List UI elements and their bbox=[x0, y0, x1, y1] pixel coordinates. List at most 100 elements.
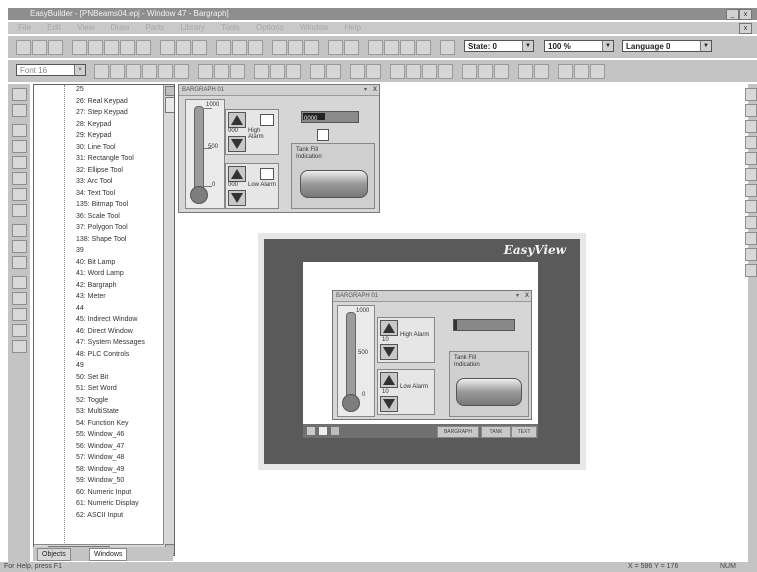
tree-item[interactable]: 50: Set Bit bbox=[76, 374, 108, 381]
decrease-button[interactable] bbox=[228, 190, 246, 206]
tree-item[interactable]: 54: Function Key bbox=[76, 420, 129, 427]
hmi-popup-title-bar[interactable]: BARGRAPH 01 ▾ X bbox=[333, 291, 531, 302]
object-tool-icon[interactable] bbox=[745, 184, 757, 197]
popup-title-bar[interactable]: BARGRAPH 01 ▾ X bbox=[179, 85, 379, 96]
tree-item[interactable]: 36: Scale Tool bbox=[76, 213, 120, 220]
tree-item[interactable]: 43: Meter bbox=[76, 293, 106, 300]
zoom-in-icon[interactable] bbox=[272, 40, 287, 55]
hmi-start-icon[interactable] bbox=[307, 427, 315, 435]
hmi-popup-minimize-icon[interactable]: ▾ bbox=[516, 291, 519, 301]
question-icon[interactable] bbox=[176, 40, 191, 55]
undo-icon[interactable] bbox=[120, 40, 135, 55]
line-tool-icon[interactable] bbox=[12, 124, 27, 137]
object-tool-icon[interactable] bbox=[745, 104, 757, 117]
nudge-up-icon[interactable] bbox=[390, 64, 405, 79]
flip-h-icon[interactable] bbox=[462, 64, 477, 79]
nudge-right-icon[interactable] bbox=[438, 64, 453, 79]
menu-parts[interactable]: Parts bbox=[146, 23, 165, 32]
popup-close-icon[interactable]: X bbox=[373, 85, 377, 95]
object-tool-icon[interactable] bbox=[745, 200, 757, 213]
tree-item[interactable]: 47: System Messages bbox=[76, 339, 145, 346]
scroll-up-arrow-icon[interactable] bbox=[165, 86, 174, 96]
chevron-down-icon[interactable]: ▼ bbox=[602, 41, 613, 51]
arrow-select-icon[interactable] bbox=[12, 88, 27, 101]
object-tool-icon[interactable] bbox=[745, 216, 757, 229]
align-center-icon[interactable] bbox=[158, 64, 173, 79]
close-button[interactable]: x bbox=[739, 9, 752, 20]
shape-tool-icon[interactable] bbox=[12, 256, 27, 269]
new-file-icon[interactable] bbox=[16, 40, 31, 55]
ellipse-tool-icon[interactable] bbox=[12, 156, 27, 169]
tree-item[interactable]: 56: Window_47 bbox=[76, 443, 124, 450]
nudge-left-icon[interactable] bbox=[422, 64, 437, 79]
tree-item[interactable]: 60: Numeric Input bbox=[76, 489, 131, 496]
menu-window[interactable]: Window bbox=[300, 23, 328, 32]
bargraph-tool-icon[interactable] bbox=[12, 292, 27, 305]
tree-item[interactable]: 25 bbox=[76, 86, 84, 93]
menu-file[interactable]: File bbox=[18, 23, 31, 32]
tree-item[interactable]: 32: Ellipse Tool bbox=[76, 167, 123, 174]
align-left-icon[interactable] bbox=[142, 64, 157, 79]
zoom-combo[interactable]: 100 % ▼ bbox=[544, 40, 614, 52]
layer-icon[interactable] bbox=[558, 64, 573, 79]
color-icon[interactable] bbox=[518, 64, 533, 79]
group-icon[interactable] bbox=[350, 64, 365, 79]
flip-v-icon[interactable] bbox=[478, 64, 493, 79]
align-right-icon[interactable] bbox=[174, 64, 189, 79]
stop-icon[interactable] bbox=[400, 40, 415, 55]
lamp-tool-icon[interactable] bbox=[12, 276, 27, 289]
hmi-bargraph-window[interactable]: BARGRAPH 01 ▾ X 1000 500 0 10 High Alarm… bbox=[332, 290, 532, 420]
cut-icon[interactable] bbox=[72, 40, 87, 55]
menu-help[interactable]: Help bbox=[345, 23, 361, 32]
tree-item[interactable]: 40: Bit Lamp bbox=[76, 259, 115, 266]
scale-tool-icon[interactable] bbox=[12, 240, 27, 253]
align-bottom-icon[interactable] bbox=[286, 64, 301, 79]
object-tool-icon[interactable] bbox=[745, 88, 757, 101]
chevron-down-icon[interactable]: ▼ bbox=[522, 41, 533, 51]
popup-minimize-icon[interactable]: ▾ bbox=[364, 85, 367, 95]
tree-item[interactable]: 46: Direct Window bbox=[76, 328, 133, 335]
text-tool-icon[interactable] bbox=[12, 204, 27, 217]
tree-item[interactable]: 57: Window_48 bbox=[76, 454, 124, 461]
menu-tools[interactable]: Tools bbox=[221, 23, 240, 32]
bargraph-popup-window[interactable]: BARGRAPH 01 ▾ X 1000 500 0 000 High Alar… bbox=[178, 84, 380, 213]
minimize-button[interactable]: _ bbox=[726, 9, 739, 20]
tree-vertical-scrollbar[interactable] bbox=[163, 85, 174, 555]
hmi-taskbar-tank-button[interactable]: TANK bbox=[481, 426, 511, 438]
grid-icon[interactable] bbox=[304, 40, 319, 55]
menu-library[interactable]: Library bbox=[180, 23, 204, 32]
tree-item[interactable]: 138: Shape Tool bbox=[76, 236, 126, 243]
hmi-popup-close-icon[interactable]: X bbox=[525, 291, 529, 301]
tree-item[interactable]: 39 bbox=[76, 247, 84, 254]
bold-icon[interactable] bbox=[94, 64, 109, 79]
tree-item[interactable]: 58: Window_49 bbox=[76, 466, 124, 473]
decrease-button[interactable] bbox=[380, 396, 398, 412]
tab-windows[interactable]: Windows bbox=[89, 548, 128, 561]
menu-draw[interactable]: Draw bbox=[111, 23, 130, 32]
align-middle-icon[interactable] bbox=[270, 64, 285, 79]
tree-item[interactable]: 45: Indirect Window bbox=[76, 316, 137, 323]
increase-button[interactable] bbox=[228, 166, 246, 182]
tree-item[interactable]: 27: Step Keypad bbox=[76, 109, 128, 116]
underline-icon[interactable] bbox=[126, 64, 141, 79]
increase-button[interactable] bbox=[380, 372, 398, 388]
tree-item[interactable]: 59: Window_50 bbox=[76, 477, 124, 484]
rectangle-tool-icon[interactable] bbox=[12, 140, 27, 153]
chevron-down-icon[interactable]: ▼ bbox=[74, 65, 85, 75]
same-size-icon[interactable] bbox=[230, 64, 245, 79]
decrease-button[interactable] bbox=[380, 344, 398, 360]
bitmap-tool-icon[interactable] bbox=[12, 224, 27, 237]
meter-tool-icon[interactable] bbox=[12, 308, 27, 321]
menu-view[interactable]: View bbox=[77, 23, 94, 32]
hmi-taskbar-text-button[interactable]: TEXT bbox=[511, 426, 537, 438]
object-tool-icon[interactable] bbox=[745, 264, 757, 277]
same-height-icon[interactable] bbox=[214, 64, 229, 79]
object-tool-icon[interactable] bbox=[745, 232, 757, 245]
rotate-icon[interactable] bbox=[494, 64, 509, 79]
keyboard-icon[interactable] bbox=[416, 40, 431, 55]
increase-button[interactable] bbox=[228, 112, 246, 128]
tree-item[interactable]: 61: Numeric Display bbox=[76, 500, 139, 507]
tab-objects[interactable]: Objects bbox=[37, 548, 71, 561]
download-icon[interactable] bbox=[344, 40, 359, 55]
chevron-down-icon[interactable]: ▼ bbox=[700, 41, 711, 51]
